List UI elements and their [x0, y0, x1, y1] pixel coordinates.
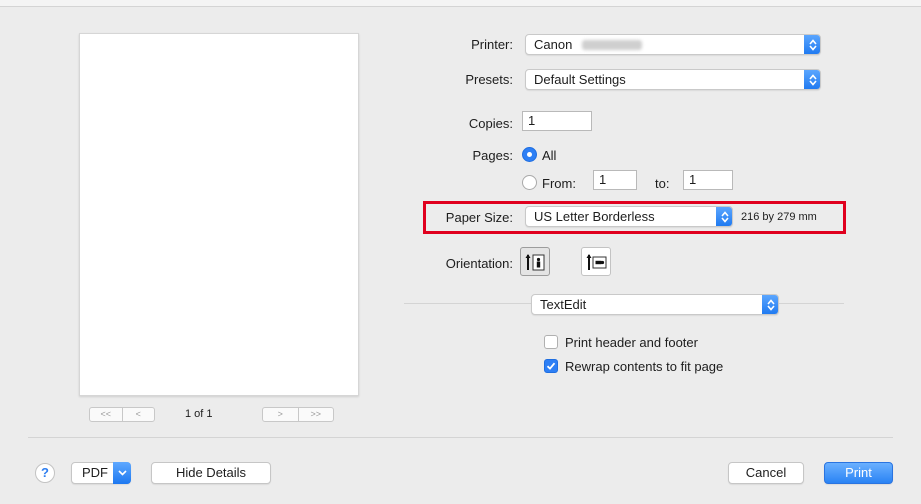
- pdf-menu-button[interactable]: PDF: [71, 462, 131, 484]
- pages-from-label: From:: [542, 176, 576, 191]
- landscape-orientation-icon[interactable]: [581, 247, 611, 276]
- updown-arrows-icon: [762, 295, 778, 314]
- updown-arrows-icon: [804, 35, 820, 54]
- page-indicator: 1 of 1: [185, 408, 213, 420]
- printer-label: Printer:: [471, 37, 513, 52]
- hide-details-button[interactable]: Hide Details: [151, 462, 271, 484]
- rewrap-contents-label: Rewrap contents to fit page: [565, 359, 724, 374]
- printer-popup[interactable]: Canon: [525, 34, 821, 55]
- orientation-label: Orientation:: [445, 256, 513, 271]
- pages-all-label: All: [542, 148, 557, 163]
- pages-from-radio[interactable]: [522, 175, 537, 190]
- pages-to-field[interactable]: 1: [683, 170, 733, 190]
- print-header-footer-label: Print header and footer: [565, 335, 698, 350]
- first-page-button[interactable]: <<: [90, 408, 122, 421]
- window-top-edge: [0, 0, 921, 7]
- paper-size-label: Paper Size:: [445, 210, 513, 225]
- section-popup[interactable]: TextEdit: [531, 294, 779, 315]
- paper-size-value: US Letter Borderless: [534, 209, 655, 224]
- redacted-model-name: [582, 40, 642, 50]
- paper-dimensions: 216 by 279 mm: [741, 211, 817, 223]
- help-button[interactable]: ?: [35, 463, 55, 483]
- pages-all-radio[interactable]: [522, 147, 537, 162]
- presets-popup[interactable]: Default Settings: [525, 69, 821, 90]
- printer-value: Canon: [534, 37, 573, 52]
- presets-value: Default Settings: [534, 72, 626, 87]
- print-button[interactable]: Print: [824, 462, 893, 484]
- portrait-orientation-icon[interactable]: [520, 247, 550, 276]
- previous-page-button[interactable]: <: [121, 408, 155, 421]
- updown-arrows-icon: [716, 207, 732, 226]
- print-header-footer-checkbox[interactable]: [544, 335, 558, 349]
- bottom-divider: [28, 437, 893, 438]
- presets-label: Presets:: [465, 72, 513, 87]
- copies-field[interactable]: 1: [522, 111, 592, 131]
- section-popup-value: TextEdit: [540, 297, 587, 312]
- pages-to-label: to:: [655, 176, 670, 191]
- pages-label: Pages:: [472, 148, 513, 163]
- pages-from-field[interactable]: 1: [593, 170, 637, 190]
- checkmark-icon: [546, 362, 556, 370]
- copies-label: Copies:: [468, 116, 513, 131]
- updown-arrows-icon: [804, 70, 820, 89]
- next-page-button[interactable]: >: [263, 408, 298, 421]
- preview-forward-buttons[interactable]: > >>: [262, 407, 334, 422]
- print-preview-page: [79, 33, 359, 396]
- last-page-button[interactable]: >>: [297, 408, 334, 421]
- preview-back-buttons[interactable]: << <: [89, 407, 155, 422]
- pdf-label: PDF: [82, 465, 108, 480]
- rewrap-contents-checkbox[interactable]: [544, 359, 558, 373]
- paper-size-popup[interactable]: US Letter Borderless: [525, 206, 733, 227]
- chevron-down-icon: [113, 462, 131, 484]
- cancel-button[interactable]: Cancel: [728, 462, 804, 484]
